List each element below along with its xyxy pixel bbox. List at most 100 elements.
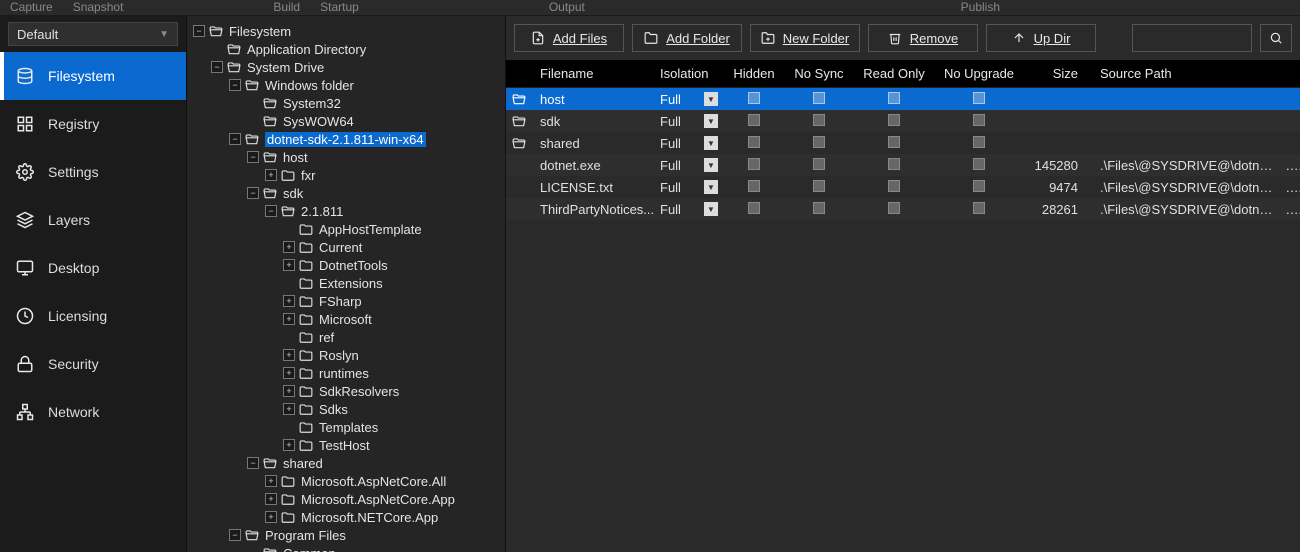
tree-item[interactable]: +Current xyxy=(187,238,505,256)
expand-icon[interactable]: + xyxy=(283,313,295,325)
search-input[interactable] xyxy=(1132,24,1252,52)
table-row[interactable]: shared Full▼ xyxy=(506,132,1300,154)
tab-startup[interactable]: Startup xyxy=(310,0,369,14)
readonly-checkbox[interactable] xyxy=(888,180,900,192)
readonly-checkbox[interactable] xyxy=(888,92,900,104)
tree-item[interactable]: +Microsoft.AspNetCore.App xyxy=(187,490,505,508)
noupgrade-checkbox[interactable] xyxy=(973,180,985,192)
tree-item[interactable]: +DotnetTools xyxy=(187,256,505,274)
tree-item[interactable]: +Microsoft.NETCore.App xyxy=(187,508,505,526)
readonly-checkbox[interactable] xyxy=(888,158,900,170)
tree-item[interactable]: Extensions xyxy=(187,274,505,292)
expand-icon[interactable]: + xyxy=(265,169,277,181)
tree-item[interactable]: −dotnet-sdk-2.1.811-win-x64 xyxy=(187,130,505,148)
noupgrade-checkbox[interactable] xyxy=(973,158,985,170)
profile-select[interactable]: Default ▼ xyxy=(8,22,178,46)
add-folder-button[interactable]: Add Folder xyxy=(632,24,742,52)
expand-icon[interactable]: + xyxy=(283,403,295,415)
tree-item[interactable]: System32 xyxy=(187,94,505,112)
col-sourcepath[interactable]: Source Path xyxy=(1084,66,1280,81)
tab-build[interactable]: Build xyxy=(263,0,310,14)
tree-item[interactable]: +Microsoft.AspNetCore.All xyxy=(187,472,505,490)
tree-item[interactable]: −host xyxy=(187,148,505,166)
noupgrade-checkbox[interactable] xyxy=(973,92,985,104)
tree-item[interactable]: +Microsoft xyxy=(187,310,505,328)
table-row[interactable]: dotnet.exe Full▼ 145280 .\Files\@SYSDRIV… xyxy=(506,154,1300,176)
tab-publish[interactable]: Publish xyxy=(951,0,1010,14)
sidebar-item-filesystem[interactable]: Filesystem xyxy=(0,52,186,100)
tree-item[interactable]: SysWOW64 xyxy=(187,112,505,130)
col-readonly[interactable]: Read Only xyxy=(854,66,934,81)
tree-item[interactable]: +Sdks xyxy=(187,400,505,418)
sidebar-item-desktop[interactable]: Desktop xyxy=(0,244,186,292)
expand-icon[interactable]: + xyxy=(283,367,295,379)
search-button[interactable] xyxy=(1260,24,1292,52)
cell-isolation[interactable]: Full▼ xyxy=(654,180,724,195)
tab-output[interactable]: Output xyxy=(539,0,595,14)
hidden-checkbox[interactable] xyxy=(748,180,760,192)
cell-isolation[interactable]: Full▼ xyxy=(654,202,724,217)
readonly-checkbox[interactable] xyxy=(888,136,900,148)
expand-icon[interactable]: + xyxy=(283,385,295,397)
tree-item[interactable]: +runtimes xyxy=(187,364,505,382)
noupgrade-checkbox[interactable] xyxy=(973,202,985,214)
expand-icon[interactable]: + xyxy=(283,439,295,451)
tree-item[interactable]: +TestHost xyxy=(187,436,505,454)
collapse-icon[interactable]: − xyxy=(211,61,223,73)
nosync-checkbox[interactable] xyxy=(813,136,825,148)
tab-capture[interactable]: Capture xyxy=(0,0,63,14)
collapse-icon[interactable]: − xyxy=(247,457,259,469)
tree-item[interactable]: −Filesystem xyxy=(187,22,505,40)
tree-item[interactable]: Application Directory xyxy=(187,40,505,58)
chevron-down-icon[interactable]: ▼ xyxy=(704,202,718,216)
tree-item[interactable]: −Windows folder xyxy=(187,76,505,94)
sidebar-item-network[interactable]: Network xyxy=(0,388,186,436)
collapse-icon[interactable]: − xyxy=(247,187,259,199)
chevron-down-icon[interactable]: ▼ xyxy=(704,158,718,172)
tab-snapshot[interactable]: Snapshot xyxy=(63,0,134,14)
sidebar-item-registry[interactable]: Registry xyxy=(0,100,186,148)
col-nosync[interactable]: No Sync xyxy=(784,66,854,81)
hidden-checkbox[interactable] xyxy=(748,114,760,126)
sidebar-item-licensing[interactable]: Licensing xyxy=(0,292,186,340)
tree-item[interactable]: −2.1.811 xyxy=(187,202,505,220)
nosync-checkbox[interactable] xyxy=(813,92,825,104)
filesystem-tree[interactable]: −FilesystemApplication Directory−System … xyxy=(187,16,506,552)
tree-item[interactable]: −Program Files xyxy=(187,526,505,544)
cell-isolation[interactable]: Full▼ xyxy=(654,158,724,173)
hidden-checkbox[interactable] xyxy=(748,92,760,104)
sidebar-item-layers[interactable]: Layers xyxy=(0,196,186,244)
nosync-checkbox[interactable] xyxy=(813,180,825,192)
expand-icon[interactable]: + xyxy=(265,475,277,487)
tree-item[interactable]: +FSharp xyxy=(187,292,505,310)
readonly-checkbox[interactable] xyxy=(888,202,900,214)
chevron-down-icon[interactable]: ▼ xyxy=(704,180,718,194)
col-noupgrade[interactable]: No Upgrade xyxy=(934,66,1024,81)
noupgrade-checkbox[interactable] xyxy=(973,136,985,148)
cell-isolation[interactable]: Full▼ xyxy=(654,92,724,107)
cell-isolation[interactable]: Full▼ xyxy=(654,114,724,129)
col-hidden[interactable]: Hidden xyxy=(724,66,784,81)
collapse-icon[interactable]: − xyxy=(229,79,241,91)
expand-icon[interactable]: + xyxy=(265,511,277,523)
up-dir-button[interactable]: Up Dir xyxy=(986,24,1096,52)
tree-item[interactable]: AppHostTemplate xyxy=(187,220,505,238)
collapse-icon[interactable]: − xyxy=(193,25,205,37)
tree-item[interactable]: −sdk xyxy=(187,184,505,202)
col-filename[interactable]: Filename xyxy=(534,66,654,81)
hidden-checkbox[interactable] xyxy=(748,136,760,148)
tree-item[interactable]: −shared xyxy=(187,454,505,472)
nosync-checkbox[interactable] xyxy=(813,202,825,214)
collapse-icon[interactable]: − xyxy=(265,205,277,217)
new-folder-button[interactable]: New Folder xyxy=(750,24,860,52)
tree-item[interactable]: Templates xyxy=(187,418,505,436)
readonly-checkbox[interactable] xyxy=(888,114,900,126)
chevron-down-icon[interactable]: ▼ xyxy=(704,92,718,106)
expand-icon[interactable]: + xyxy=(283,295,295,307)
table-row[interactable]: LICENSE.txt Full▼ 9474 .\Files\@SYSDRIVE… xyxy=(506,176,1300,198)
expand-icon[interactable]: + xyxy=(283,241,295,253)
chevron-down-icon[interactable]: ▼ xyxy=(704,136,718,150)
tree-item[interactable]: Common xyxy=(187,544,505,552)
col-size[interactable]: Size xyxy=(1024,66,1084,81)
sidebar-item-settings[interactable]: Settings xyxy=(0,148,186,196)
